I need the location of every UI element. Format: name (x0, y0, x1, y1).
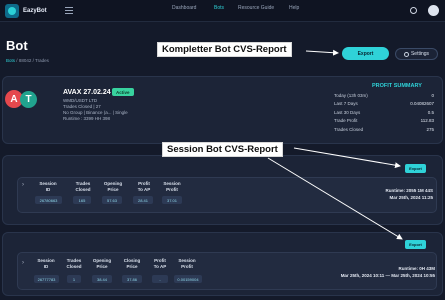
arrow-to-export (305, 49, 339, 56)
annotation-arrows (267, 49, 403, 240)
arrow-to-session1-export (293, 147, 401, 169)
arrow-to-session2-export (267, 157, 403, 240)
